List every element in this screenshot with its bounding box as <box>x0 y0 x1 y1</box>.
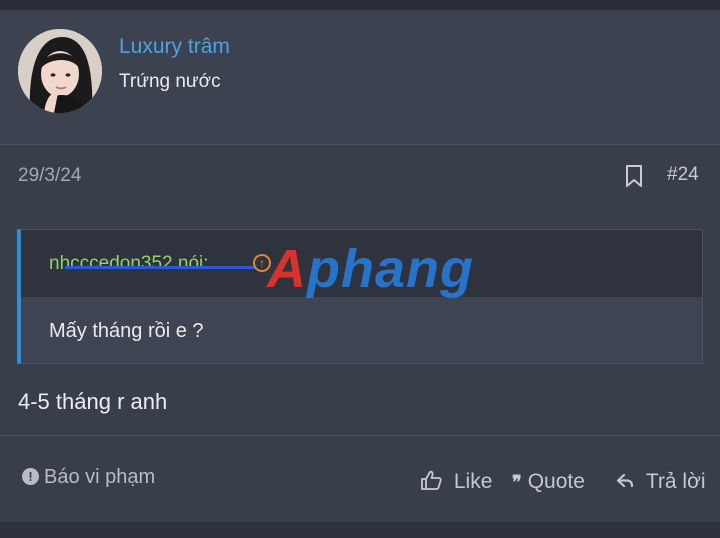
quote-label: Quote <box>527 470 585 493</box>
reply-label: Trả lời <box>645 470 706 493</box>
quote-author[interactable]: nhcccedon352 nói: <box>49 253 209 275</box>
bookmark-icon[interactable] <box>624 164 644 188</box>
post-number[interactable]: #24 <box>667 164 699 186</box>
post-footer: ! Báo vi phạm Like ❞ Quote Trả lời <box>0 435 720 523</box>
watermark-logo: Aphang <box>267 239 474 299</box>
user-title: Trứng nước <box>119 71 221 92</box>
report-button[interactable]: ! Báo vi phạm <box>22 466 155 489</box>
post-card: Luxury trâm Trứng nước 29/3/24 #24 nhccc… <box>0 10 720 522</box>
top-strip <box>0 0 720 10</box>
user-avatar[interactable] <box>18 29 102 113</box>
post-date[interactable]: 29/3/24 <box>18 165 81 187</box>
post-message: 4-5 tháng r anh <box>18 389 168 414</box>
user-bar: Luxury trâm Trứng nước <box>0 10 720 145</box>
avatar-image <box>18 29 102 113</box>
redaction-strike <box>65 266 255 269</box>
alert-icon: ! <box>22 468 39 485</box>
reply-button[interactable]: Trả lời <box>616 470 706 494</box>
like-label: Like <box>453 470 493 493</box>
like-button[interactable]: Like <box>420 470 492 494</box>
quote-text: Mấy tháng rồi e ? <box>49 320 204 342</box>
quote-button[interactable]: ❞ Quote <box>512 470 585 494</box>
report-label: Báo vi phạm <box>44 466 156 488</box>
reply-arrow-icon <box>616 470 640 493</box>
quote-block: nhcccedon352 nói: ↑ Aphang Mấy tháng rồi… <box>17 229 703 364</box>
quote-header: nhcccedon352 nói: ↑ Aphang <box>21 230 702 299</box>
thumbs-up-icon <box>420 470 448 493</box>
username[interactable]: Luxury trâm <box>119 35 230 59</box>
quote-icon: ❞ <box>512 472 522 492</box>
